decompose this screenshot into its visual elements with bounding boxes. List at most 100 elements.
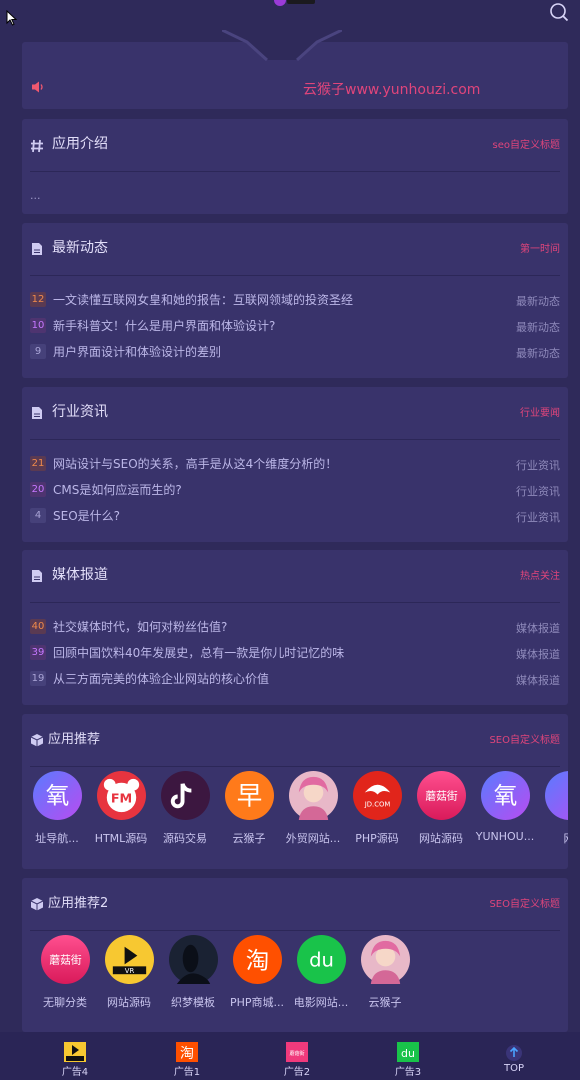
document-icon: [32, 243, 42, 255]
news-item[interactable]: 20 CMS是如何应运而生的? 行业资讯: [30, 480, 560, 506]
mogujie-icon: 蘑菇街: [41, 935, 90, 984]
vr-icon: VR: [105, 935, 154, 984]
section-title: 媒体报道: [52, 567, 108, 583]
rank-badge: 40: [30, 619, 46, 634]
news-item[interactable]: 4 SEO是什么? 行业资讯: [30, 506, 560, 532]
apps2-row: 蘑菇街 无聊分类 VR 网站源码 织梦模板 淘 PHP商城... du 电影网站... 云猴子: [30, 935, 568, 1015]
cube-icon: [30, 734, 44, 747]
intro-header: 应用介绍 seo自定义标题: [30, 119, 560, 172]
news-category[interactable]: 最新动态: [516, 345, 560, 361]
du-icon: du: [297, 935, 346, 984]
svg-text:淘: 淘: [180, 1046, 194, 1062]
apps-card-1: 应用推荐 SEO自定义标题 氧址导航... FM HTML源码 源码交易 早云猴子 外贸网…: [22, 714, 568, 869]
news-item[interactable]: 19 从三方面完美的体验企业网站的核心价值 媒体报道: [30, 669, 560, 695]
news-category[interactable]: 行业资讯: [516, 483, 560, 499]
oxygen-icon: [545, 771, 568, 820]
tab-label: 广告3: [394, 1067, 422, 1078]
mogujie-tab-icon: 蘑菇街: [286, 1042, 308, 1062]
rank-badge: 12: [30, 292, 46, 307]
section-tag[interactable]: 行业要闻: [520, 404, 560, 419]
taobao-icon: 淘: [233, 935, 282, 984]
news-title[interactable]: 回顾中国饮料40年发展史，总有一款是你儿时记忆的味: [53, 644, 344, 661]
news-title[interactable]: 新手科普文！什么是用户界面和体验设计?: [53, 317, 275, 334]
news-list: 12 一文读懂互联网女皇和她的报告：互联网领域的投资圣经 最新动态 10 新手科普文！什…: [30, 290, 560, 368]
news-category[interactable]: 行业资讯: [516, 509, 560, 525]
search-icon[interactable]: [549, 2, 569, 22]
rank-badge: 4: [30, 508, 46, 523]
section-tag[interactable]: 第一时间: [520, 240, 560, 255]
news-list: 40 社交媒体时代，如何对粉丝估值? 媒体报道 39 回顾中国饮料40年发展史，总有一款…: [30, 617, 560, 695]
app-label: YUNHOU...: [475, 830, 535, 843]
news-category[interactable]: 媒体报道: [516, 672, 560, 688]
intro-title: 应用介绍: [52, 136, 108, 152]
app-label: 外贸网站...: [285, 832, 341, 845]
notice-text[interactable]: 云猴子www.yunhouzi.com: [303, 79, 480, 99]
intro-tag: seo自定义标题: [492, 140, 560, 151]
app-label: 网站源码: [107, 996, 151, 1009]
section-tag[interactable]: 热点关注: [520, 567, 560, 582]
tab-广告2[interactable]: 蘑菇街 广告2: [262, 1032, 332, 1080]
silhouette-icon: [169, 935, 218, 984]
news-title[interactable]: 一文读懂互联网女皇和她的报告：互联网领域的投资圣经: [53, 291, 353, 308]
svg-text:蘑菇街: 蘑菇街: [289, 1050, 304, 1057]
news-title[interactable]: 从三方面完美的体验企业网站的核心价值: [53, 670, 269, 687]
news-category[interactable]: 最新动态: [516, 293, 560, 309]
news-title[interactable]: 用户界面设计和体验设计的差别: [53, 343, 221, 360]
rank-badge: 9: [30, 344, 46, 359]
document-icon: [32, 570, 42, 582]
apps2-header: 应用推荐2 SEO自定义标题: [30, 878, 560, 931]
tab-label: 广告1: [173, 1067, 201, 1078]
news-item[interactable]: 21 网站设计与SEO的关系，高手是从这4个维度分析的！ 行业资讯: [30, 454, 560, 480]
news-item[interactable]: 39 回顾中国饮料40年发展史，总有一款是你儿时记忆的味 媒体报道: [30, 643, 560, 669]
bottom-tab-bar: 广告4 淘广告1 蘑菇街 广告2 du 广告3 TOP: [0, 1032, 580, 1080]
news-item[interactable]: 12 一文读懂互联网女皇和她的报告：互联网领域的投资圣经 最新动态: [30, 290, 560, 316]
news-title[interactable]: SEO是什么?: [53, 507, 120, 524]
tab-TOP[interactable]: TOP: [479, 1032, 549, 1080]
cube-icon: [30, 898, 44, 911]
app-label: 无聊分类: [43, 996, 87, 1009]
apps1-title: 应用推荐: [48, 732, 101, 747]
taobao-tab-icon: 淘: [176, 1042, 198, 1062]
app-label: 网: [536, 830, 569, 846]
avatar-icon: [361, 935, 410, 984]
section-title: 最新动态: [52, 240, 108, 256]
section-header: 媒体报道 热点关注: [30, 550, 560, 603]
fm-icon: FM: [97, 771, 146, 820]
section-media: 媒体报道 热点关注 40 社交媒体时代，如何对粉丝估值? 媒体报道 39 回顾中国饮料40年…: [22, 550, 568, 705]
news-item[interactable]: 9 用户界面设计和体验设计的差别 最新动态: [30, 342, 560, 368]
apps2-title: 应用推荐2: [48, 896, 109, 911]
rank-badge: 19: [30, 671, 46, 686]
apps1-header: 应用推荐 SEO自定义标题: [30, 714, 560, 767]
svg-text:JD.COM: JD.COM: [364, 800, 391, 808]
section-latest: 最新动态 第一时间 12 一文读懂互联网女皇和她的报告：互联网领域的投资圣经 最新动态 1…: [22, 223, 568, 378]
news-item[interactable]: 10 新手科普文！什么是用户界面和体验设计? 最新动态: [30, 316, 560, 342]
section-header: 最新动态 第一时间: [30, 223, 560, 276]
section-industry: 行业资讯 行业要闻 21 网站设计与SEO的关系，高手是从这4个维度分析的！ 行业资讯 2…: [22, 387, 568, 542]
news-category[interactable]: 行业资讯: [516, 457, 560, 473]
speaker-icon: [32, 81, 43, 93]
svg-text:蘑菇街: 蘑菇街: [425, 789, 458, 802]
news-category[interactable]: 媒体报道: [516, 620, 560, 636]
news-item[interactable]: 40 社交媒体时代，如何对粉丝估值? 媒体报道: [30, 617, 560, 643]
app-label: HTML源码: [94, 832, 148, 845]
news-title[interactable]: 社交媒体时代，如何对粉丝估值?: [53, 618, 227, 635]
site-logo[interactable]: [272, 0, 316, 12]
tab-广告1[interactable]: 淘广告1: [152, 1032, 222, 1080]
tab-广告3[interactable]: du 广告3: [373, 1032, 443, 1080]
jd-icon: JD.COM: [353, 771, 402, 820]
hanzi-icon: 早: [225, 771, 274, 820]
vr-tab-icon: [64, 1042, 86, 1062]
news-title[interactable]: 网站设计与SEO的关系，高手是从这4个维度分析的！: [53, 455, 337, 472]
app-label: 云猴子: [232, 832, 266, 845]
header-notch: [222, 30, 342, 62]
svg-text:du: du: [309, 948, 334, 971]
app-label: PHP商城...: [229, 996, 285, 1009]
news-category[interactable]: 媒体报道: [516, 646, 560, 662]
intro-card: 应用介绍 seo自定义标题 ...: [22, 119, 568, 214]
news-title[interactable]: CMS是如何应运而生的?: [53, 481, 182, 498]
svg-text:du: du: [401, 1047, 415, 1060]
intro-content: ...: [30, 189, 41, 202]
tab-广告4[interactable]: 广告4: [40, 1032, 110, 1080]
rank-badge: 10: [30, 318, 46, 333]
news-category[interactable]: 最新动态: [516, 319, 560, 335]
